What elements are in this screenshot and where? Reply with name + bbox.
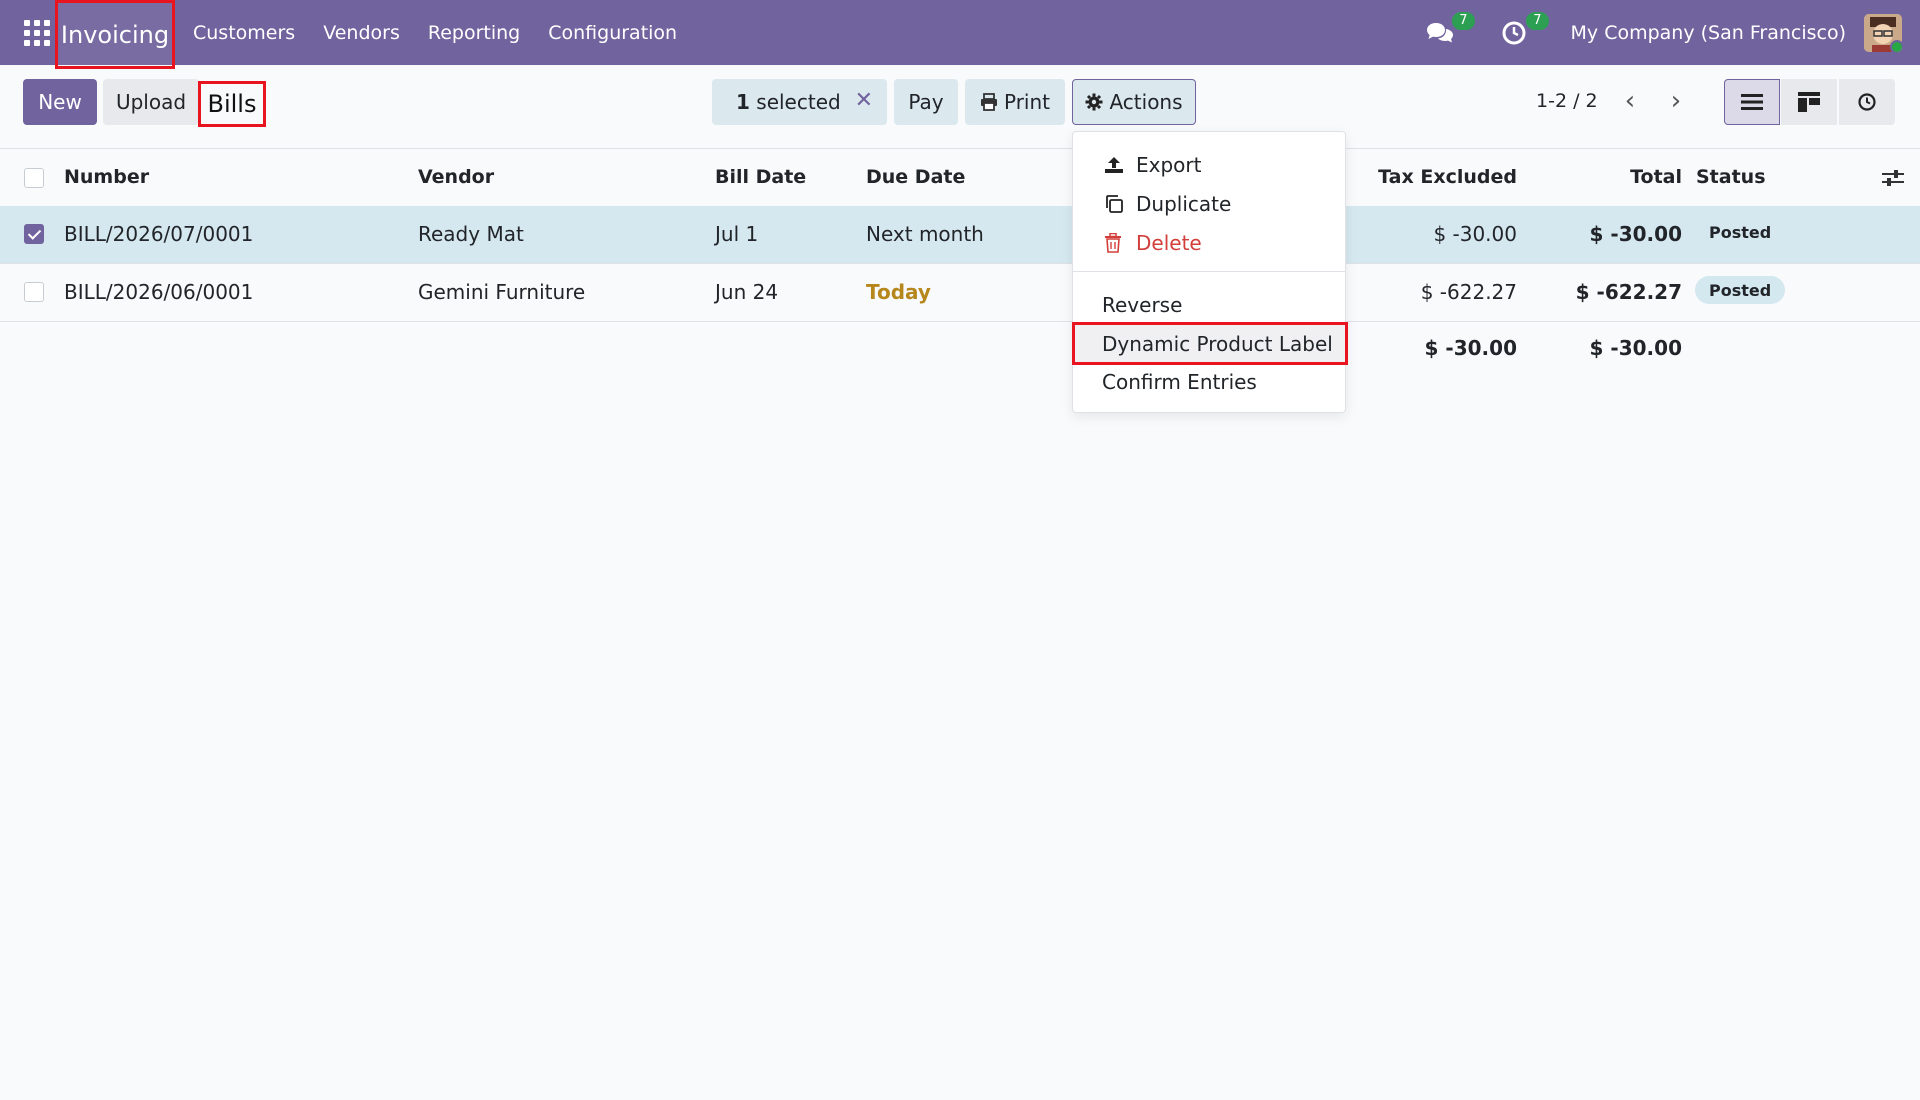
activities-count-badge: 7 [1526,11,1549,30]
selected-count: 1 [736,90,750,114]
copy-icon [1104,194,1126,214]
header-total[interactable]: Total [1630,166,1682,188]
chevron-left-icon[interactable]: ‹ [1615,86,1645,116]
clock-icon [1502,21,1526,44]
menu-configuration[interactable]: Configuration [548,22,677,44]
close-icon[interactable]: ✕ [855,88,873,113]
gear-icon [1085,93,1103,111]
table-row[interactable]: BILL/2026/06/0001 Gemini Furniture Jun 2… [0,264,1920,322]
header-due-date[interactable]: Due Date [866,166,965,188]
select-all-checkbox[interactable] [24,168,44,188]
menu-item-label: Export [1136,153,1202,177]
cell-due-date: Next month [866,222,984,246]
activity-view-icon [1858,93,1876,111]
total-amount: $ -30.00 [1589,336,1682,360]
cell-vendor: Ready Mat [418,222,524,246]
cell-total: $ -622.27 [1575,280,1682,304]
selected-label: selected [749,90,841,114]
cell-bill-date: Jul 1 [715,222,759,246]
print-icon [980,93,998,111]
cell-total: $ -30.00 [1589,222,1682,246]
cell-number: BILL/2026/06/0001 [64,280,254,304]
upload-button[interactable]: Upload [103,79,199,125]
messages-count-badge: 7 [1452,11,1475,30]
actions-label: Actions [1109,90,1183,114]
print-button[interactable]: Print [965,79,1065,125]
menu-divider [1073,271,1345,272]
apps-icon[interactable] [24,20,50,46]
cell-tax-excluded: $ -30.00 [1433,222,1517,246]
header-number[interactable]: Number [64,166,149,188]
company-switcher[interactable]: My Company (San Francisco) [1571,22,1846,44]
header-bill-date[interactable]: Bill Date [715,166,806,188]
total-tax-excluded: $ -30.00 [1424,336,1517,360]
menu-item-confirm-entries[interactable]: Confirm Entries [1073,365,1345,399]
menu-vendors[interactable]: Vendors [323,22,400,44]
cell-bill-date: Jun 24 [715,280,779,304]
menu-item-label: Dynamic Product Label [1102,332,1333,356]
cell-vendor: Gemini Furniture [418,280,586,304]
activity-view-button[interactable] [1839,79,1895,125]
table-row[interactable]: BILL/2026/07/0001 Ready Mat Jul 1 Next m… [0,206,1920,264]
menu-customers[interactable]: Customers [193,22,295,44]
cell-number: BILL/2026/07/0001 [64,222,254,246]
systray: 7 7 My Company (San Francisco) [1423,0,1920,65]
menu-item-label: Confirm Entries [1102,370,1257,394]
menu-item-label: Duplicate [1136,192,1232,216]
top-navbar: Invoicing Customers Vendors Reporting Co… [0,0,1920,69]
app-name[interactable]: Invoicing [55,0,175,69]
optional-columns-icon[interactable] [1882,168,1904,193]
kanban-view-icon [1798,92,1820,112]
online-status-dot [1890,39,1902,52]
header-vendor[interactable]: Vendor [418,166,494,188]
pager-value[interactable]: 1-2 / 2 [1536,90,1598,112]
menu-reporting[interactable]: Reporting [428,22,520,44]
row-checkbox[interactable] [24,224,44,244]
list-view-button[interactable] [1724,79,1780,125]
header-tax-excluded[interactable]: Tax Excluded [1378,166,1517,188]
avatar[interactable] [1864,13,1902,52]
status-badge: Posted [1709,222,1772,242]
table-divider [0,148,1920,149]
actions-button[interactable]: Actions [1072,79,1196,125]
menu-item-label: Delete [1136,231,1202,255]
upload-icon [1104,156,1126,174]
cell-tax-excluded: $ -622.27 [1420,280,1517,304]
menu-item-label: Reverse [1102,293,1183,317]
menu-item-dynamic-product-label[interactable]: Dynamic Product Label [1072,322,1348,365]
chevron-right-icon[interactable]: › [1661,86,1691,116]
menu-item-delete[interactable]: Delete [1073,226,1345,260]
messages-button[interactable]: 7 [1423,11,1475,50]
pay-button[interactable]: Pay [894,79,958,125]
print-label: Print [1003,90,1050,114]
menu-item-reverse[interactable]: Reverse [1073,288,1345,322]
cell-due-date: Today [866,280,931,304]
header-status[interactable]: Status [1696,166,1766,188]
chat-icon [1426,22,1453,42]
trash-icon [1104,233,1126,253]
main-menu: Customers Vendors Reporting Configuratio… [193,0,705,65]
row-checkbox[interactable] [24,282,44,302]
kanban-view-button[interactable] [1781,79,1837,125]
actions-dropdown: Export Duplicate Delete Reverse Confirm … [1072,131,1346,413]
activities-button[interactable]: 7 [1497,11,1549,50]
menu-item-duplicate[interactable]: Duplicate [1073,187,1345,221]
status-badge: Posted [1695,276,1786,304]
menu-item-export[interactable]: Export [1073,148,1345,182]
selection-indicator: 1 selected ✕ [712,79,887,125]
list-view-icon [1741,94,1763,110]
page-title: Bills [198,81,266,127]
new-button[interactable]: New [23,79,97,125]
